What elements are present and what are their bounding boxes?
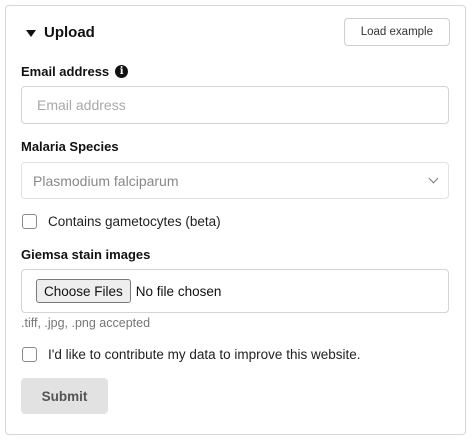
contribute-label: I'd like to contribute my data to improv… xyxy=(48,347,361,362)
chevron-down-icon xyxy=(428,173,439,184)
info-icon[interactable]: i xyxy=(115,65,129,78)
upload-card: Upload Load example Email address i Mala… xyxy=(5,5,466,435)
gametocytes-label: Contains gametocytes (beta) xyxy=(48,214,221,229)
file-type-hint: .tiff, .jpg, .png accepted xyxy=(21,316,151,330)
submit-button[interactable]: Submit xyxy=(21,378,108,414)
caret-down-icon xyxy=(26,29,36,37)
file-status: No file chosen xyxy=(135,283,222,299)
load-example-button[interactable]: Load example xyxy=(343,18,450,46)
upload-section-toggle[interactable]: Upload xyxy=(26,24,95,41)
file-input[interactable]: Choose Files No file chosen xyxy=(21,269,449,313)
section-title: Upload xyxy=(44,24,95,41)
contribute-checkbox[interactable] xyxy=(22,347,37,362)
contribute-row: I'd like to contribute my data to improv… xyxy=(22,347,360,362)
species-selected-value: Plasmodium falciparum xyxy=(33,172,179,189)
species-select[interactable]: Plasmodium falciparum xyxy=(21,162,449,199)
gametocytes-checkbox[interactable] xyxy=(22,214,37,229)
species-label: Malaria Species xyxy=(21,139,119,154)
gametocytes-row: Contains gametocytes (beta) xyxy=(22,214,221,229)
email-field[interactable] xyxy=(21,86,449,124)
images-label: Giemsa stain images xyxy=(21,247,151,262)
email-label-row: Email address i xyxy=(21,64,129,79)
choose-files-button[interactable]: Choose Files xyxy=(36,279,131,303)
email-label: Email address xyxy=(21,64,110,79)
